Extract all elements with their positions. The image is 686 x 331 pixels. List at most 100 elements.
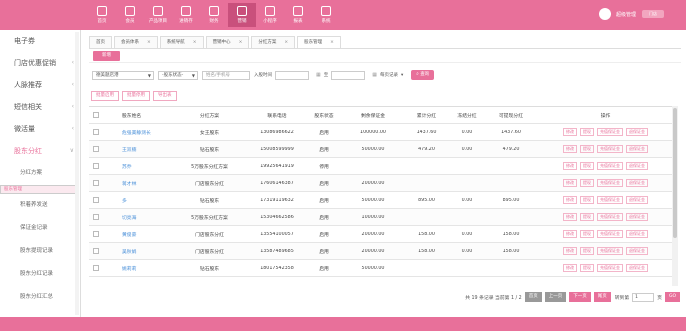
next-page-button[interactable]: 下一页 (569, 292, 591, 302)
action-button[interactable]: 退保证金 (626, 213, 648, 221)
row-checkbox[interactable] (93, 180, 99, 186)
close-icon[interactable]: × (147, 40, 151, 45)
date-end-input[interactable] (331, 70, 366, 80)
sidebar-item[interactable]: 电子券 (0, 30, 80, 52)
add-button[interactable]: 新增 (93, 51, 120, 61)
store-dropdown[interactable]: 门店 (642, 10, 664, 18)
tab-item[interactable]: 会员体系 × (114, 36, 158, 48)
goto-page-input[interactable]: 1 (632, 292, 655, 302)
shareholder-name-link[interactable]: 王双楠 (103, 146, 169, 153)
shareholder-name-link[interactable]: 危强美静测长 (103, 129, 169, 136)
prev-page-button[interactable]: 上一页 (544, 292, 567, 302)
action-button[interactable]: 退保证金 (626, 247, 648, 255)
action-button[interactable]: 提现 (580, 145, 594, 153)
sidebar-subitem[interactable]: 分红方案 (0, 162, 80, 185)
action-button[interactable]: 充值保证金 (597, 179, 623, 187)
last-page-button[interactable]: 尾页 (593, 292, 611, 302)
shareholder-name-link[interactable]: 姚莉莉 (103, 265, 169, 272)
action-button[interactable]: 退保证金 (626, 162, 648, 170)
row-checkbox[interactable] (93, 265, 99, 271)
action-button[interactable]: 退保证金 (626, 196, 648, 204)
top-nav-item[interactable]: 进销存 (172, 3, 200, 27)
tab-item[interactable]: 股东管理 × (297, 36, 341, 48)
action-button[interactable]: 修改 (563, 213, 577, 221)
action-button[interactable]: 退保证金 (626, 179, 648, 187)
close-icon[interactable]: × (284, 40, 288, 45)
action-button[interactable]: 充值保证金 (597, 213, 623, 221)
action-button[interactable]: 修改 (563, 162, 577, 170)
store-select[interactable]: 德美题店港 ▼ (92, 70, 154, 80)
action-button[interactable]: 提现 (580, 247, 594, 255)
sidebar-item[interactable]: 股东分红 ∨ (0, 140, 80, 162)
shareholder-name-link[interactable]: 蒋才林 (103, 180, 169, 187)
row-checkbox[interactable] (93, 129, 99, 135)
sidebar-subitem[interactable]: 股东分红汇总 (0, 286, 80, 309)
sidebar-subitem[interactable]: 股东管理 (0, 185, 76, 194)
action-button[interactable]: 提现 (580, 179, 594, 187)
top-nav-item[interactable]: 系统 (312, 3, 340, 27)
row-checkbox[interactable] (93, 197, 99, 203)
select-all-checkbox[interactable] (93, 112, 99, 118)
shareholder-name-link[interactable]: 切亮海 (103, 214, 169, 221)
action-button[interactable]: 提现 (580, 162, 594, 170)
action-button[interactable]: 充值保证金 (597, 128, 623, 136)
status-select[interactable]: -股东状态- ▼ (158, 70, 198, 80)
sidebar-subitem[interactable]: 股东分红记录 (0, 263, 80, 286)
batch-button[interactable]: 批量停用 (122, 91, 150, 101)
action-button[interactable]: 修改 (563, 128, 577, 136)
action-button[interactable]: 修改 (563, 264, 577, 272)
action-button[interactable]: 充值保证金 (597, 145, 623, 153)
date-start-input[interactable] (275, 70, 309, 80)
top-nav-item[interactable]: 营销 (228, 3, 256, 27)
action-button[interactable]: 充值保证金 (597, 264, 623, 272)
row-checkbox[interactable] (93, 231, 99, 237)
top-nav-item[interactable]: 首页 (88, 3, 116, 27)
action-button[interactable]: 退保证金 (626, 230, 648, 238)
query-button[interactable]: ⌕ 查询 (411, 70, 435, 80)
top-nav-item[interactable]: 会员 (116, 3, 144, 27)
go-button[interactable]: GO (664, 292, 680, 302)
row-checkbox[interactable] (93, 248, 99, 254)
sidebar-subitem[interactable]: 股东提现记录 (0, 240, 80, 263)
sidebar-item[interactable]: 人脉推荐 ‹ (0, 74, 80, 96)
action-button[interactable]: 修改 (563, 145, 577, 153)
scroll-thumb[interactable] (673, 108, 677, 238)
action-button[interactable]: 退保证金 (626, 128, 648, 136)
action-button[interactable]: 提现 (580, 128, 594, 136)
action-button[interactable]: 退保证金 (626, 145, 648, 153)
first-page-button[interactable]: 首页 (524, 292, 542, 302)
shareholder-name-link[interactable]: 吴秋娟 (103, 248, 169, 255)
top-nav-item[interactable]: 报表 (284, 3, 312, 27)
top-nav-item[interactable]: 财务 (200, 3, 228, 27)
page-size-select[interactable]: 每页记录 (380, 72, 398, 78)
row-checkbox[interactable] (93, 146, 99, 152)
action-button[interactable]: 充值保证金 (597, 230, 623, 238)
name-phone-input[interactable]: 姓名/手机号 (202, 70, 250, 80)
action-button[interactable]: 修改 (563, 247, 577, 255)
action-button[interactable]: 提现 (580, 264, 594, 272)
batch-button[interactable]: 批量启用 (91, 91, 119, 101)
shareholder-name-link[interactable]: 多 (103, 197, 169, 204)
sidebar-item[interactable]: 微活量 ‹ (0, 118, 80, 140)
top-nav-item[interactable]: 小程序 (256, 3, 284, 27)
row-checkbox[interactable] (93, 214, 99, 220)
action-button[interactable]: 退保证金 (626, 264, 648, 272)
user-name[interactable]: 超级管理 (616, 11, 636, 18)
avatar[interactable] (598, 8, 611, 20)
close-icon[interactable]: × (330, 40, 334, 45)
action-button[interactable]: 充值保证金 (597, 247, 623, 255)
shareholder-name-link[interactable]: 黄俊豪 (103, 231, 169, 238)
top-nav-item[interactable]: 产品项目 (144, 3, 172, 27)
action-button[interactable]: 修改 (563, 179, 577, 187)
table-scrollbar[interactable] (672, 106, 678, 286)
action-button[interactable]: 充值保证金 (597, 162, 623, 170)
action-button[interactable]: 充值保证金 (597, 196, 623, 204)
sidebar-subitem[interactable]: 积着养发送 (0, 194, 80, 217)
sidebar-item[interactable]: 短信相关 ‹ (0, 96, 80, 118)
tab-item[interactable]: 分红方案 × (251, 36, 296, 48)
chevron-down-icon[interactable]: ▾ (401, 73, 403, 78)
action-button[interactable]: 提现 (580, 213, 594, 221)
action-button[interactable]: 提现 (580, 196, 594, 204)
tab-item[interactable]: 营销中心 × (205, 36, 250, 48)
user-area[interactable]: 超级管理 门店 (598, 8, 664, 20)
